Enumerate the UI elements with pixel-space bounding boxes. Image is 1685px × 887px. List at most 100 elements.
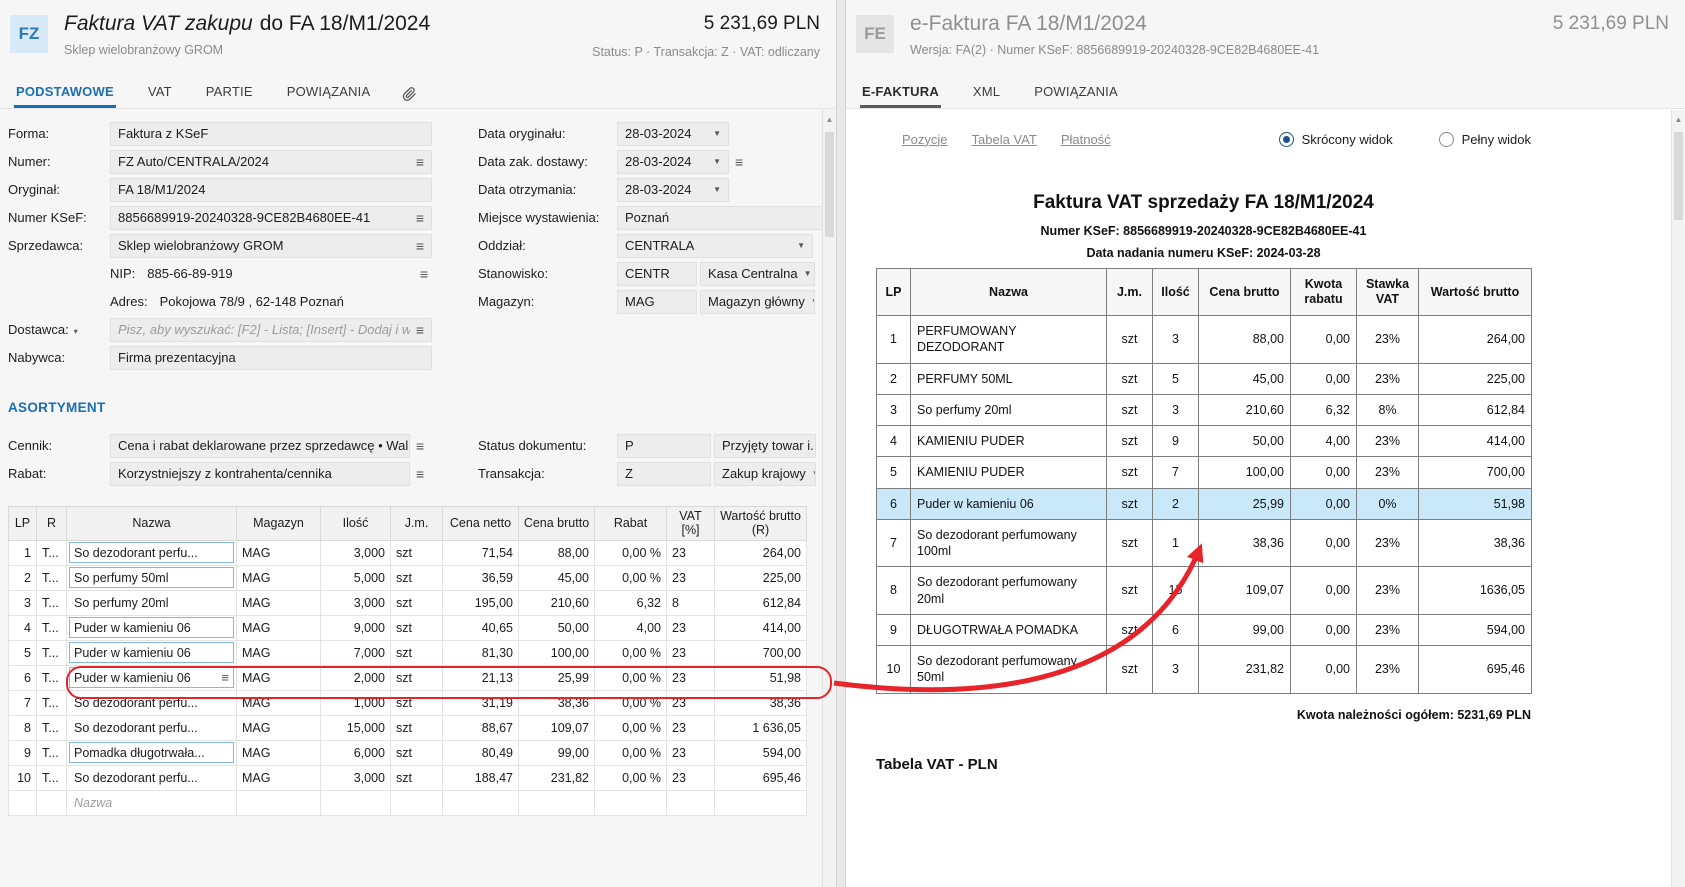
- items-table-row[interactable]: 7 T... So dezodorant perfu... MAG 1,000 …: [9, 690, 807, 715]
- data-otrzymania-dropdown[interactable]: 28-03-2024▼: [617, 178, 729, 202]
- item-name-cell[interactable]: Puder w kamieniu 06: [69, 617, 234, 638]
- items-table-row[interactable]: 3 T... So perfumy 20ml MAG 3,000 szt 195…: [9, 590, 807, 615]
- magazyn-dropdown[interactable]: Magazyn główny▼: [700, 290, 815, 314]
- col-header-jm[interactable]: J.m.: [391, 507, 443, 541]
- row-menu-icon[interactable]: ≡: [221, 671, 229, 684]
- invoice-table-row[interactable]: 4 KAMIENIU PUDER szt 9 50,00 4,00 23% 41…: [877, 426, 1532, 457]
- asortyment-section-heading: ASORTYMENT: [8, 400, 106, 415]
- dostawca-label[interactable]: Dostawca:▾: [8, 322, 110, 337]
- oryginal-field[interactable]: FA 18/M1/2024: [110, 178, 432, 202]
- view-mode-radio[interactable]: Pełny widok: [1439, 132, 1531, 147]
- magazyn-code-field[interactable]: MAG: [617, 290, 697, 314]
- scrollbar-thumb[interactable]: [825, 132, 834, 237]
- scroll-up-icon[interactable]: ▲: [1672, 110, 1685, 124]
- invoice-table-row[interactable]: 8 So dezodorant perfumowany 20ml szt 15 …: [877, 567, 1532, 615]
- panel-divider[interactable]: [836, 0, 846, 887]
- transakcja-dropdown[interactable]: Zakup krajowy▼: [714, 462, 816, 486]
- tab[interactable]: POWIĄZANIA: [285, 78, 373, 108]
- left-panel-scrollbar[interactable]: ▲: [822, 110, 836, 887]
- item-name-cell[interactable]: So dezodorant perfu...: [69, 717, 234, 738]
- col-header-cena-netto[interactable]: Cena netto: [443, 507, 519, 541]
- tab[interactable]: E-FAKTURA: [860, 78, 941, 108]
- stanowisko-dropdown[interactable]: Kasa Centralna▼: [700, 262, 815, 286]
- col-header-ilosc[interactable]: Ilość: [321, 507, 391, 541]
- items-table-row[interactable]: 8 T... So dezodorant perfu... MAG 15,000…: [9, 715, 807, 740]
- status-dokumentu-dropdown[interactable]: Przyjęty towar i...▼: [714, 434, 816, 458]
- sprzedawca-field[interactable]: Sklep wielobranżowy GROM≡: [110, 234, 432, 258]
- invoice-table-row[interactable]: 1 PERFUMOWANY DEZODORANT szt 3 88,00 0,0…: [877, 316, 1532, 364]
- numer-field[interactable]: FZ Auto/CENTRALA/2024≡: [110, 150, 432, 174]
- items-table-row[interactable]: 9 T... Pomadka długotrwała... MAG 6,000 …: [9, 740, 807, 765]
- view-mode-radio[interactable]: Skrócony widok: [1279, 132, 1393, 147]
- dostawca-search-input[interactable]: Pisz, aby wyszukać: [F2] - Lista; [Inser…: [110, 318, 432, 342]
- numer-ksef-field[interactable]: 8856689919-20240328-9CE82B4680EE-41≡: [110, 206, 432, 230]
- col-header-rabat[interactable]: Rabat: [595, 507, 667, 541]
- attachment-icon[interactable]: [402, 78, 417, 108]
- menu-icon[interactable]: ≡: [416, 467, 424, 481]
- col-header-r[interactable]: R: [37, 507, 67, 541]
- col-header-magazyn[interactable]: Magazyn: [237, 507, 321, 541]
- forma-field[interactable]: Faktura z KSeF: [110, 122, 432, 146]
- col-header-nazwa[interactable]: Nazwa: [67, 507, 237, 541]
- menu-icon[interactable]: ≡: [416, 439, 424, 453]
- data-oryginalu-dropdown[interactable]: 28-03-2024▼: [617, 122, 729, 146]
- items-table-row[interactable]: 6 T... Puder w kamieniu 06≡ MAG 2,000 sz…: [9, 665, 807, 690]
- tab[interactable]: PARTIE: [204, 78, 255, 108]
- item-name-cell[interactable]: So dezodorant perfu...: [69, 542, 234, 563]
- item-name-cell[interactable]: So dezodorant perfu...: [69, 767, 234, 788]
- invoice-table-row[interactable]: 10 So dezodorant perfumowany 50ml szt 3 …: [877, 646, 1532, 694]
- items-table-row[interactable]: 1 T... So dezodorant perfu... MAG 3,000 …: [9, 540, 807, 565]
- invoice-table-row[interactable]: 7 So dezodorant perfumowany 100ml szt 1 …: [877, 519, 1532, 567]
- radio-icon[interactable]: [1439, 132, 1454, 147]
- transakcja-label: Transakcja:: [478, 466, 617, 481]
- cennik-field[interactable]: Cena i rabat deklarowane przez sprzedawc…: [110, 434, 410, 458]
- rabat-field[interactable]: Korzystniejszy z kontrahenta/cennika: [110, 462, 410, 486]
- item-name-cell[interactable]: Pomadka długotrwała...: [69, 742, 234, 763]
- invoice-table-row[interactable]: 6 Puder w kamieniu 06 szt 2 25,99 0,00 0…: [877, 488, 1532, 519]
- radio-icon[interactable]: [1279, 132, 1294, 147]
- tab[interactable]: PODSTAWOWE: [14, 78, 116, 108]
- toolbar-link[interactable]: Pozycje: [902, 132, 948, 147]
- right-panel-scrollbar[interactable]: ▲: [1671, 110, 1685, 887]
- col-header-wartosc-brutto[interactable]: Wartość brutto (R): [715, 507, 807, 541]
- menu-icon[interactable]: ≡: [410, 323, 424, 337]
- menu-icon[interactable]: ≡: [410, 155, 424, 169]
- data-zak-dostawy-dropdown[interactable]: 28-03-2024▼: [617, 150, 729, 174]
- stanowisko-code-field[interactable]: CENTR: [617, 262, 697, 286]
- menu-icon[interactable]: ≡: [410, 211, 424, 225]
- invoice-table-row[interactable]: 2 PERFUMY 50ML szt 5 45,00 0,00 23% 225,…: [877, 363, 1532, 394]
- col-header-cena-brutto[interactable]: Cena brutto: [519, 507, 595, 541]
- items-table-new-row[interactable]: Nazwa: [9, 790, 807, 815]
- menu-icon[interactable]: ≡: [735, 155, 743, 169]
- transakcja-code-field[interactable]: Z: [617, 462, 711, 486]
- tab[interactable]: VAT: [146, 78, 174, 108]
- oddzial-dropdown[interactable]: CENTRALA▼: [617, 234, 813, 258]
- item-name-cell[interactable]: Puder w kamieniu 06: [69, 642, 234, 663]
- item-name-cell[interactable]: So perfumy 50ml: [69, 567, 234, 588]
- invoice-table-row[interactable]: 9 DŁUGOTRWAŁA POMADKA szt 6 99,00 0,00 2…: [877, 614, 1532, 645]
- items-table-row[interactable]: 2 T... So perfumy 50ml MAG 5,000 szt 36,…: [9, 565, 807, 590]
- scrollbar-thumb[interactable]: [1674, 132, 1683, 220]
- scroll-up-icon[interactable]: ▲: [823, 110, 836, 124]
- status-dokumentu-code-field[interactable]: P: [617, 434, 711, 458]
- col-header-lp[interactable]: LP: [9, 507, 37, 541]
- invoice-table-row[interactable]: 5 KAMIENIU PUDER szt 7 100,00 0,00 23% 7…: [877, 457, 1532, 488]
- nabywca-field[interactable]: Firma prezentacyjna: [110, 346, 432, 370]
- tab[interactable]: XML: [971, 78, 1002, 108]
- col-header-vat[interactable]: VAT [%]: [667, 507, 715, 541]
- items-table-row[interactable]: 10 T... So dezodorant perfu... MAG 3,000…: [9, 765, 807, 790]
- miejsce-wystawienia-field[interactable]: Poznań: [617, 206, 827, 230]
- col-header-ilosc: Ilość: [1153, 269, 1199, 316]
- page-title-document-number: do FA 18/M1/2024: [260, 12, 430, 35]
- toolbar-link[interactable]: Tabela VAT: [972, 132, 1037, 147]
- item-name-cell[interactable]: So perfumy 20ml: [69, 592, 234, 613]
- items-table-row[interactable]: 4 T... Puder w kamieniu 06 MAG 9,000 szt…: [9, 615, 807, 640]
- tab[interactable]: POWIĄZANIA: [1032, 78, 1120, 108]
- menu-icon[interactable]: ≡: [410, 239, 424, 253]
- item-name-cell[interactable]: So dezodorant perfu...: [69, 692, 234, 713]
- items-table-row[interactable]: 5 T... Puder w kamieniu 06 MAG 7,000 szt…: [9, 640, 807, 665]
- invoice-table-row[interactable]: 3 So perfumy 20ml szt 3 210,60 6,32 8% 6…: [877, 394, 1532, 425]
- item-name-cell[interactable]: Puder w kamieniu 06≡: [69, 667, 234, 688]
- toolbar-link[interactable]: Płatność: [1061, 132, 1111, 147]
- menu-icon[interactable]: ≡: [420, 267, 428, 281]
